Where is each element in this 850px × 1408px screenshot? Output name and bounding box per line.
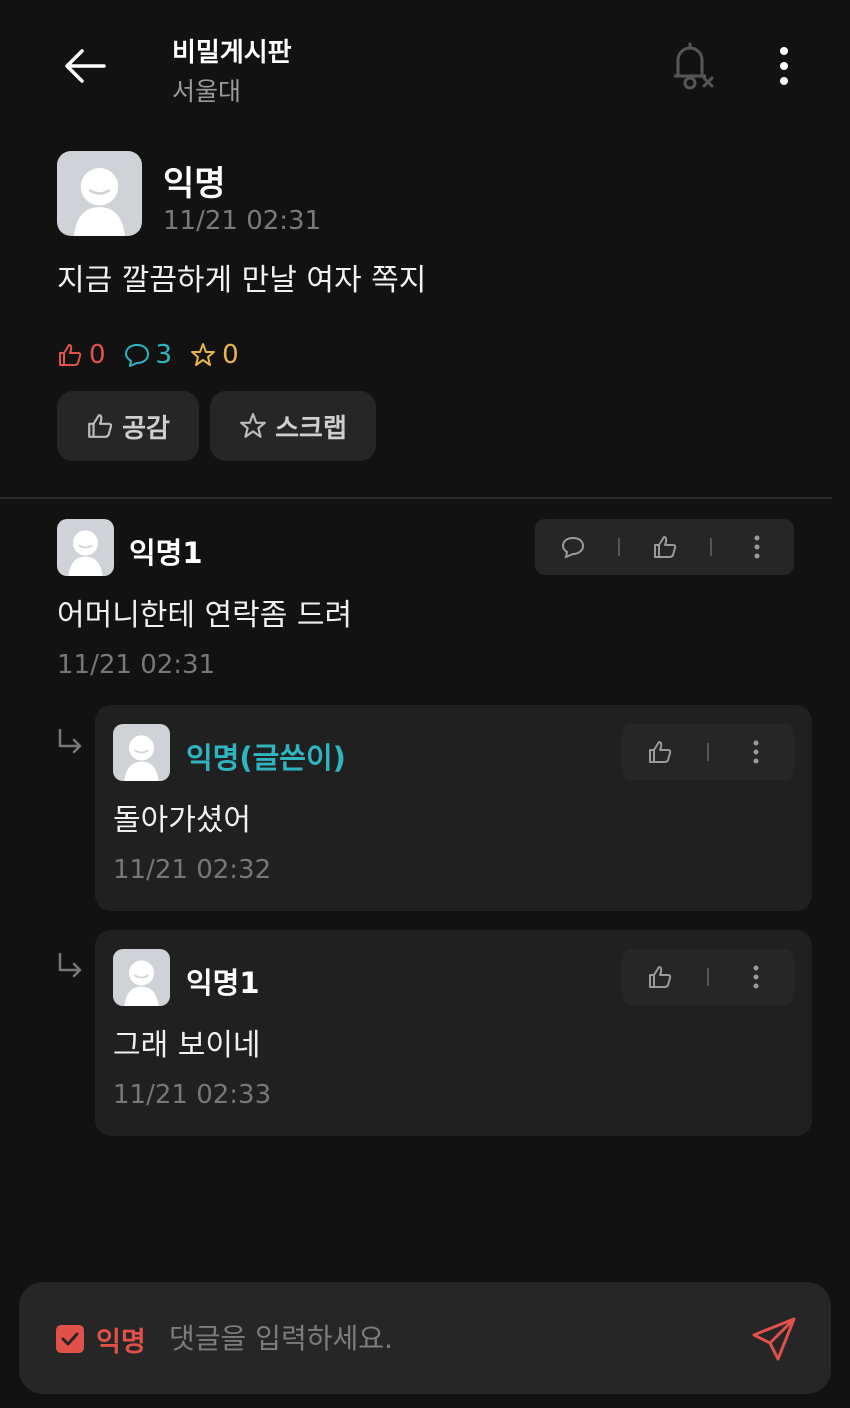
like-count-value: 0 bbox=[89, 340, 106, 370]
back-button[interactable] bbox=[60, 42, 110, 90]
like-button[interactable]: 공감 bbox=[57, 391, 199, 461]
comment-count-value: 3 bbox=[155, 340, 173, 370]
reply-more-button[interactable] bbox=[726, 732, 786, 772]
speech-bubble-icon bbox=[124, 344, 149, 367]
more-options-button[interactable] bbox=[764, 40, 804, 92]
send-button[interactable] bbox=[747, 1312, 801, 1366]
top-app-bar: 비밀게시판 서울대 bbox=[0, 0, 850, 130]
more-vertical-icon bbox=[753, 965, 759, 989]
comment-author: 익명1 bbox=[129, 536, 203, 570]
back-arrow-icon bbox=[65, 49, 106, 83]
default-avatar-icon bbox=[74, 168, 125, 236]
comment-author-avatar bbox=[57, 519, 114, 576]
comment-count: 3 bbox=[124, 340, 173, 370]
scrap-count: 0 bbox=[190, 340, 239, 370]
thumbs-up-icon bbox=[649, 966, 672, 988]
reply-card: 익명1 그래 보이네 11/21 02:33 bbox=[95, 930, 812, 1136]
separator bbox=[617, 538, 620, 556]
post-body: 지금 깔끔하게 만날 여자 쪽지 bbox=[57, 263, 427, 298]
reply-author: 익명1 bbox=[186, 966, 260, 1000]
comment-text: 어머니한테 연락좀 드려 bbox=[57, 598, 353, 633]
thumbs-up-icon bbox=[653, 536, 676, 558]
reply-timestamp: 11/21 02:33 bbox=[113, 1080, 272, 1110]
reply-card: 익명(글쓴이) 돌아가셨어 11/21 02:32 bbox=[95, 705, 812, 911]
like-button-label: 공감 bbox=[122, 413, 170, 444]
scrap-button[interactable]: 스크랩 bbox=[210, 391, 376, 461]
reply-text: 돌아가셨어 bbox=[113, 803, 251, 838]
separator bbox=[706, 743, 709, 761]
post-author-avatar bbox=[57, 151, 142, 236]
send-icon bbox=[752, 1317, 796, 1361]
scrap-button-label: 스크랩 bbox=[275, 413, 347, 444]
notification-off-button[interactable] bbox=[664, 38, 720, 94]
post-timestamp: 11/21 02:31 bbox=[163, 206, 322, 236]
board-title: 비밀게시판 bbox=[172, 38, 292, 68]
reply-like-button[interactable] bbox=[630, 957, 690, 997]
reply-timestamp: 11/21 02:32 bbox=[113, 855, 272, 885]
comment-like-button[interactable] bbox=[635, 527, 695, 567]
reply-like-button[interactable] bbox=[630, 732, 690, 772]
school-name: 서울대 bbox=[172, 77, 242, 106]
checkbox-icon bbox=[61, 1332, 79, 1346]
default-avatar-icon bbox=[68, 530, 103, 576]
comment-more-button[interactable] bbox=[727, 527, 787, 567]
scrap-count-value: 0 bbox=[222, 340, 239, 370]
comment-input-bar: 익명 bbox=[19, 1282, 831, 1394]
default-avatar-icon bbox=[124, 735, 159, 781]
star-icon bbox=[240, 413, 267, 438]
reply-author-avatar bbox=[113, 949, 170, 1006]
star-icon bbox=[191, 343, 216, 366]
thumbs-up-icon bbox=[649, 741, 672, 763]
reply-text: 그래 보이네 bbox=[113, 1028, 261, 1063]
reply-more-button[interactable] bbox=[726, 957, 786, 997]
reply-author-op: 익명(글쓴이) bbox=[186, 741, 346, 775]
comment-timestamp: 11/21 02:31 bbox=[57, 650, 216, 680]
post-author: 익명 bbox=[163, 164, 226, 204]
like-count: 0 bbox=[57, 340, 106, 370]
bell-off-icon bbox=[674, 42, 714, 90]
comment-toolbar bbox=[535, 519, 794, 575]
separator bbox=[709, 538, 712, 556]
anonymous-label[interactable]: 익명 bbox=[96, 1320, 146, 1359]
divider bbox=[0, 497, 832, 499]
reply-button[interactable] bbox=[543, 527, 603, 567]
thumbs-up-icon bbox=[88, 414, 113, 438]
comment-input[interactable] bbox=[169, 1312, 729, 1364]
post-stats: 0 3 0 bbox=[57, 337, 257, 373]
reply-arrow-icon bbox=[58, 728, 82, 754]
reply-toolbar bbox=[622, 724, 794, 780]
more-vertical-icon bbox=[780, 47, 788, 85]
reply-toolbar bbox=[622, 949, 794, 1005]
speech-bubble-icon bbox=[561, 536, 584, 559]
more-vertical-icon bbox=[753, 740, 759, 764]
more-vertical-icon bbox=[754, 535, 759, 559]
reply-author-avatar bbox=[113, 724, 170, 781]
reply-arrow-icon bbox=[58, 952, 82, 978]
separator bbox=[706, 968, 709, 986]
anonymous-checkbox[interactable] bbox=[56, 1325, 84, 1353]
thumbs-up-icon bbox=[59, 344, 82, 366]
default-avatar-icon bbox=[124, 960, 159, 1006]
